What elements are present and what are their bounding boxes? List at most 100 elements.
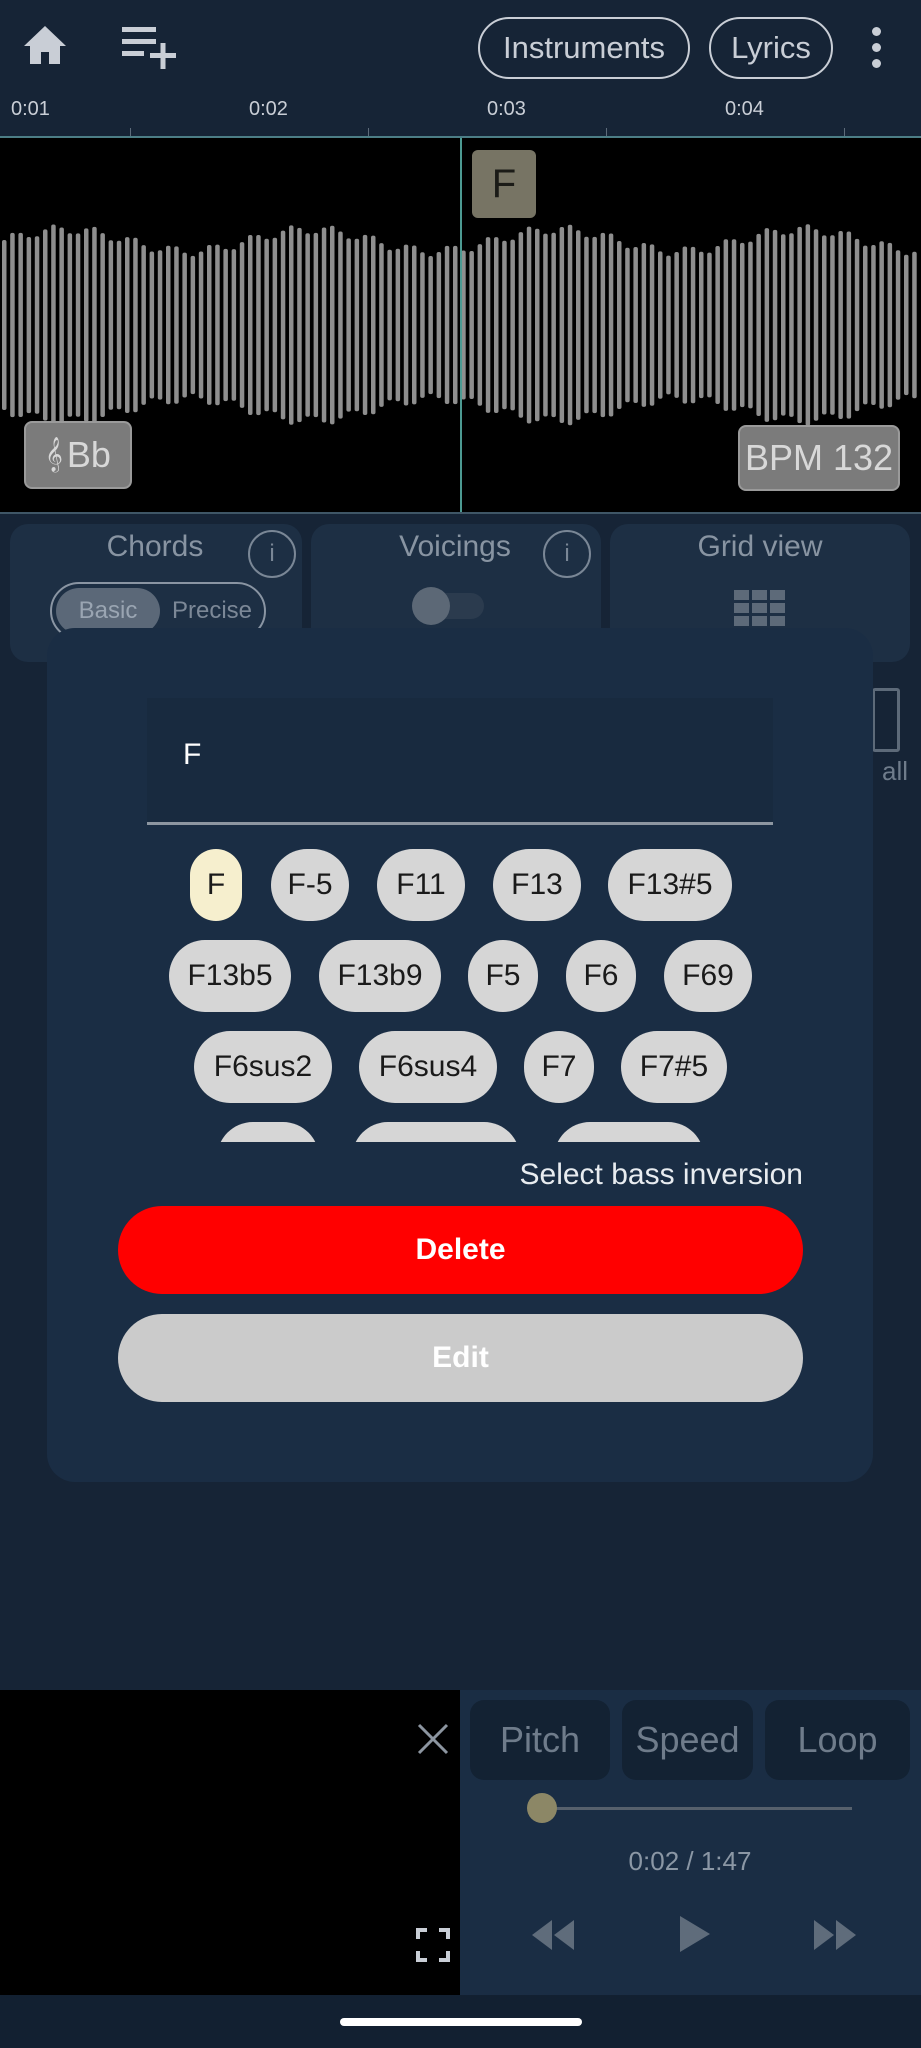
waveform-bar	[535, 228, 540, 422]
waveform-bar	[772, 229, 778, 421]
chord-chip[interactable]: F7	[524, 1031, 594, 1103]
waveform-bar	[354, 238, 360, 412]
key-badge[interactable]: 𝄞 Bb	[24, 421, 132, 489]
chord-chip[interactable]: F	[190, 849, 242, 921]
chord-chip[interactable]: F13#5	[608, 849, 732, 921]
close-icon[interactable]	[416, 1722, 450, 1756]
waveform-bar	[502, 240, 507, 410]
info-icon[interactable]: i	[543, 530, 591, 578]
timeline-label: 0:02	[249, 98, 288, 120]
waveform-bar	[781, 234, 786, 416]
chord-chip-partial[interactable]	[352, 1122, 520, 1142]
seek-bar[interactable]	[526, 1793, 852, 1823]
waveform-bar	[428, 256, 433, 395]
waveform-bar	[707, 252, 712, 398]
rewind-icon[interactable]	[530, 1918, 576, 1957]
chord-chip[interactable]: F11	[377, 849, 465, 921]
waveform-bar	[863, 245, 868, 405]
waveform-bar	[248, 235, 253, 415]
waveform-bar	[543, 233, 548, 417]
speed-tab[interactable]: Speed	[622, 1700, 753, 1780]
waveform-bar	[813, 229, 819, 421]
lyrics-button[interactable]: Lyrics	[709, 17, 833, 79]
instruments-button[interactable]: Instruments	[478, 17, 690, 79]
chord-chip-partial[interactable]	[554, 1122, 704, 1142]
waveform-bar	[75, 233, 81, 417]
pitch-tab[interactable]: Pitch	[470, 1700, 610, 1780]
waveform-bar	[444, 245, 450, 404]
fullscreen-icon[interactable]	[416, 1928, 450, 1962]
chord-chip[interactable]: F6	[566, 940, 636, 1012]
chord-chip[interactable]: F7#5	[621, 1031, 727, 1103]
waveform-bar	[600, 232, 606, 418]
waveform-bar	[297, 227, 302, 423]
partial-all-label: all	[882, 756, 909, 786]
waveform-bar	[805, 224, 811, 426]
timeline-tick	[844, 128, 845, 136]
waveform-bar	[641, 243, 647, 407]
waveform-bar	[108, 240, 114, 410]
waveform-bar	[362, 234, 368, 415]
chord-input[interactable]: F	[147, 698, 773, 825]
timeline-ruler[interactable]: 0:01 0:02 0:03 0:04	[0, 98, 921, 138]
more-vert-icon[interactable]	[864, 22, 888, 72]
timeline-label: 0:01	[11, 98, 50, 120]
waveform-bar	[748, 241, 753, 409]
chord-chip[interactable]: F5	[468, 940, 538, 1012]
chord-chip[interactable]: F13b5	[169, 940, 291, 1012]
waveform-bar	[84, 228, 89, 422]
waveform-bar	[617, 241, 622, 409]
delete-button[interactable]: Delete	[118, 1206, 803, 1294]
voicings-title: Voicings	[399, 530, 511, 563]
chord-chip[interactable]: F69	[664, 940, 752, 1012]
fast-forward-icon[interactable]	[812, 1918, 858, 1957]
chord-chip[interactable]: F6sus4	[359, 1031, 497, 1103]
play-icon[interactable]	[678, 1914, 712, 1959]
video-panel	[0, 1690, 460, 1995]
waveform-bar	[526, 226, 532, 424]
time-label: 0:02 / 1:47	[628, 1846, 752, 1876]
waveform-bar	[346, 238, 351, 412]
waveform-bar	[690, 246, 696, 404]
grid-icon	[734, 590, 786, 631]
chord-chip[interactable]: F-5	[271, 849, 349, 921]
waveform-bar	[157, 250, 163, 400]
waveform-bar	[584, 236, 589, 414]
waveform-bar	[141, 245, 146, 405]
chord-chip[interactable]: F13b9	[319, 940, 441, 1012]
waveform-bar	[403, 244, 409, 406]
waveform-bar	[764, 228, 770, 422]
playlist-add-icon[interactable]	[118, 20, 182, 70]
waveform-bar	[116, 240, 122, 410]
waveform-bar	[149, 251, 155, 399]
waveform-bar	[649, 244, 655, 406]
chord-chip-partial[interactable]	[217, 1122, 319, 1142]
waveform-bar	[231, 249, 237, 401]
chord-suggestions: F F-5 F11 F13 F13#5 F13b5 F13b9 F5 F6 F6…	[47, 840, 873, 1142]
waveform-bar	[256, 235, 261, 416]
bass-inversion-link[interactable]: Select bass inversion	[440, 1158, 803, 1192]
waveform-bar	[215, 244, 220, 406]
voicings-toggle[interactable]	[412, 587, 484, 625]
waveform-bar	[477, 244, 483, 406]
chord-chip[interactable]: F6sus2	[194, 1031, 332, 1103]
chord-chip[interactable]: F13	[493, 849, 581, 921]
edit-button[interactable]: Edit	[118, 1314, 803, 1402]
waveform-bar	[453, 245, 458, 405]
waveform-bar	[305, 233, 310, 417]
loop-tab[interactable]: Loop	[765, 1700, 910, 1780]
waveform-bar	[658, 251, 663, 399]
waveform-bar	[887, 242, 893, 408]
chord-marker[interactable]: F	[472, 150, 536, 218]
waveform-bar	[608, 233, 614, 417]
waveform-bar	[198, 251, 204, 399]
bpm-badge[interactable]: BPM 132	[738, 425, 900, 491]
home-icon[interactable]	[18, 20, 72, 70]
home-gesture-handle[interactable]	[340, 2018, 582, 2026]
waveform-bar	[239, 242, 245, 408]
info-icon[interactable]: i	[248, 530, 296, 578]
playhead[interactable]	[460, 138, 462, 512]
waveform-bar	[264, 238, 269, 412]
seek-thumb[interactable]	[526, 1793, 557, 1823]
waveform-bar	[272, 237, 278, 413]
